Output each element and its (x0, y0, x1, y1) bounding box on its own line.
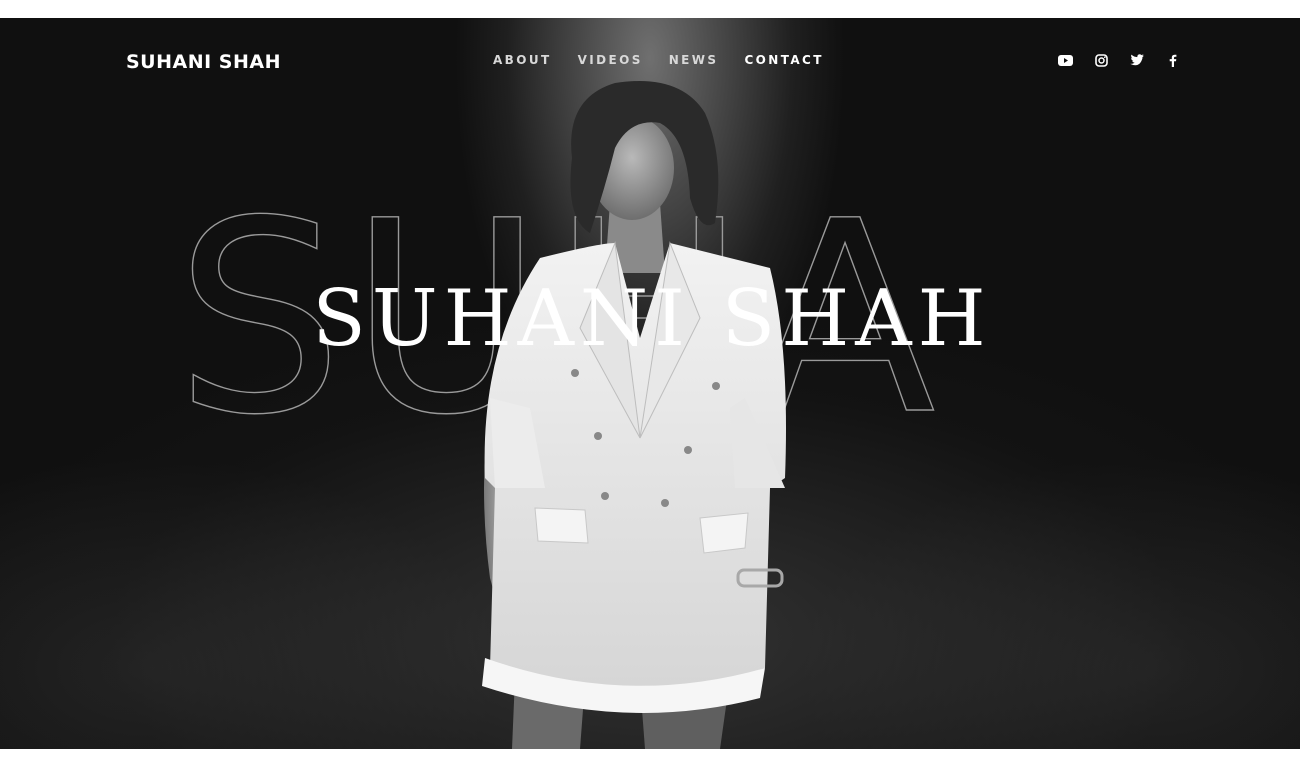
hero-title: SUHANI SHAH (312, 274, 992, 364)
nav-item-news[interactable]: NEWS (669, 53, 719, 67)
hero-portrait (482, 81, 786, 749)
main-nav: ABOUT VIDEOS NEWS CONTACT (493, 53, 850, 67)
facebook-icon[interactable] (1164, 52, 1182, 68)
nav-item-about[interactable]: ABOUT (493, 53, 552, 67)
youtube-icon[interactable] (1056, 52, 1074, 68)
nav-item-contact[interactable]: CONTACT (744, 53, 823, 67)
site-logo[interactable]: SUHANI SHAH (126, 51, 281, 73)
social-links (1056, 52, 1182, 68)
hero-section: SUHANI SHAH ABOUT VIDEOS NEWS CONTACT SU… (0, 18, 1300, 749)
nav-item-videos[interactable]: VIDEOS (578, 53, 643, 67)
twitter-icon[interactable] (1128, 52, 1146, 68)
instagram-icon[interactable] (1092, 52, 1110, 68)
